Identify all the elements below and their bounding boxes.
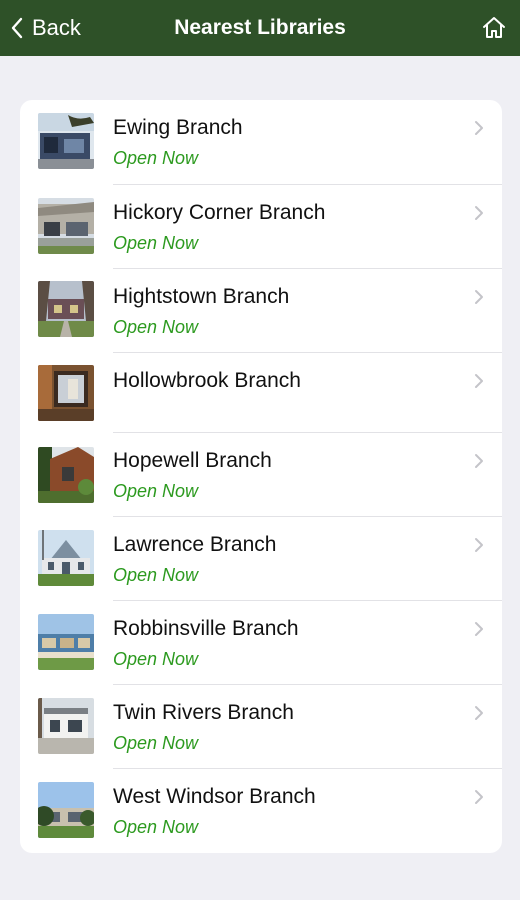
chevron-right-icon (475, 121, 483, 135)
chevron-right-icon (475, 538, 483, 552)
open-status: Open Now (113, 233, 199, 253)
library-name: Twin Rivers Branch (113, 701, 294, 724)
library-row-robbinsville[interactable]: Robbinsville Branch Open Now (20, 601, 502, 685)
library-photo (38, 198, 94, 254)
library-row-hopewell[interactable]: Hopewell Branch Open Now (20, 433, 502, 517)
library-name: Lawrence Branch (113, 533, 277, 556)
open-status: Open Now (113, 733, 199, 753)
library-name: Hollowbrook Branch (113, 369, 301, 392)
back-button[interactable]: Back (10, 0, 81, 56)
library-row-twin-rivers[interactable]: Twin Rivers Branch Open Now (20, 685, 502, 769)
chevron-right-icon (475, 290, 483, 304)
library-name: Hickory Corner Branch (113, 201, 326, 224)
open-status: Open Now (113, 565, 199, 585)
library-row-west-windsor[interactable]: West Windsor Branch Open Now (20, 769, 502, 853)
chevron-right-icon (475, 622, 483, 636)
navigation-bar: Back Nearest Libraries (0, 0, 520, 56)
library-name: Ewing Branch (113, 116, 243, 139)
open-status: Open Now (113, 317, 199, 337)
chevron-right-icon (475, 790, 483, 804)
library-photo (38, 447, 94, 503)
library-name: Hopewell Branch (113, 449, 272, 472)
library-name: Robbinsville Branch (113, 617, 299, 640)
library-row-ewing[interactable]: Ewing Branch Open Now (20, 100, 502, 185)
library-row-hightstown[interactable]: Hightstown Branch Open Now (20, 269, 502, 353)
chevron-right-icon (475, 206, 483, 220)
library-row-hickory-corner[interactable]: Hickory Corner Branch Open Now (20, 185, 502, 269)
home-icon[interactable] (480, 14, 508, 42)
library-photo (38, 782, 94, 838)
library-photo (38, 698, 94, 754)
back-label: Back (32, 15, 81, 40)
open-status: Open Now (113, 649, 199, 669)
library-photo (38, 365, 94, 421)
library-list: Ewing Branch Open Now Hickory Corner Bra… (20, 100, 502, 853)
library-row-lawrence[interactable]: Lawrence Branch Open Now (20, 517, 502, 601)
library-name: Hightstown Branch (113, 285, 290, 308)
library-photo (38, 113, 94, 169)
chevron-left-icon (11, 17, 23, 39)
open-status: Open Now (113, 481, 199, 501)
library-name: West Windsor Branch (113, 785, 316, 808)
chevron-right-icon (475, 374, 483, 388)
open-status: Open Now (113, 148, 199, 168)
library-photo (38, 614, 94, 670)
chevron-right-icon (475, 454, 483, 468)
chevron-right-icon (475, 706, 483, 720)
open-status: Open Now (113, 817, 199, 837)
library-row-hollowbrook[interactable]: Hollowbrook Branch (20, 353, 502, 433)
library-photo (38, 281, 94, 337)
library-photo (38, 530, 94, 586)
